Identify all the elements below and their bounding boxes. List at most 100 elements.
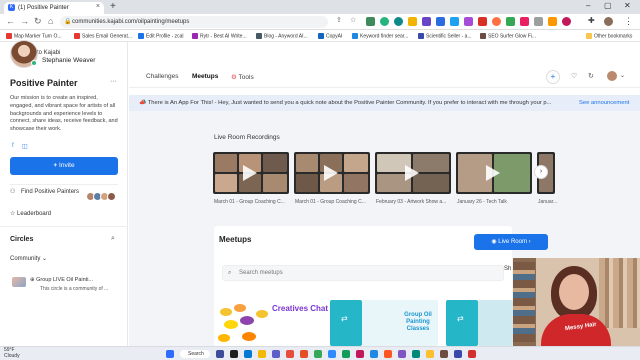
bookmark-item[interactable]: CopyAI (318, 33, 342, 39)
recording-thumbnail[interactable] (213, 152, 289, 194)
tab-meetups[interactable]: Meetups (192, 73, 218, 80)
browser-tab[interactable]: K (1) Positive Painter × (4, 2, 104, 14)
minimize-icon[interactable]: – (586, 1, 590, 10)
play-icon (324, 165, 338, 181)
recording-thumbnail[interactable] (375, 152, 451, 194)
repeat-icon: ⇄ (341, 314, 348, 323)
chevron-down-icon[interactable]: ⌄ (620, 72, 625, 79)
browser-menu-icon[interactable]: ⋮ (624, 16, 633, 27)
bookmark-icon (138, 33, 144, 39)
taskbar-app-icon[interactable] (300, 350, 308, 358)
bookmark-star-icon[interactable]: ☆ (350, 16, 356, 24)
taskbar-app-icon[interactable] (286, 350, 294, 358)
taskbar-app-icon[interactable] (468, 350, 476, 358)
taskbar-app-icon[interactable] (370, 350, 378, 358)
leaderboard-link[interactable]: ☆ Leaderboard (10, 210, 51, 217)
taskbar-app-icon[interactable] (328, 350, 336, 358)
extension-icon[interactable] (380, 17, 389, 26)
other-bookmarks[interactable]: Other bookmarks (586, 33, 632, 39)
extension-icon[interactable] (520, 17, 529, 26)
bookmark-item[interactable]: Sales Email Generat... (74, 33, 132, 39)
extensions-puzzle-icon[interactable]: ✚ (588, 16, 595, 25)
recording-thumbnail[interactable] (294, 152, 370, 194)
extension-icon[interactable] (436, 17, 445, 26)
close-window-icon[interactable]: ✕ (624, 1, 631, 10)
extension-icon[interactable] (450, 17, 459, 26)
taskbar-app-icon[interactable] (384, 350, 392, 358)
profile-avatar[interactable] (604, 17, 613, 26)
taskbar-app-icon[interactable] (258, 350, 266, 358)
taskbar-app-icon[interactable] (356, 350, 364, 358)
taskbar-app-icon[interactable] (398, 350, 406, 358)
extension-icon[interactable] (506, 17, 515, 26)
extension-icon[interactable] (464, 17, 473, 26)
extension-icon[interactable] (562, 17, 571, 26)
taskbar-app-icon[interactable] (244, 350, 252, 358)
facebook-icon[interactable]: f (12, 143, 14, 149)
extension-icon[interactable] (408, 17, 417, 26)
community-dropdown[interactable]: Community ⌄ (10, 255, 47, 262)
taskbar-app-icon[interactable] (314, 350, 322, 358)
maximize-icon[interactable]: ▢ (604, 1, 612, 10)
taskbar-app-icon[interactable] (426, 350, 434, 358)
tab-challenges[interactable]: Challenges (146, 73, 179, 80)
create-post-button[interactable]: + (546, 70, 560, 84)
refresh-icon[interactable]: ↻ (588, 72, 594, 80)
tab-tools[interactable]: ⚙ Tools (231, 73, 254, 81)
extension-icon[interactable] (478, 17, 487, 26)
invite-button[interactable]: + Invite (10, 157, 118, 175)
sort-dropdown[interactable]: Sh (504, 266, 511, 272)
taskbar-app-icon[interactable] (454, 350, 462, 358)
windows-start-icon[interactable] (166, 350, 174, 358)
extension-icon[interactable] (394, 17, 403, 26)
home-icon[interactable]: ⌂ (48, 16, 53, 26)
bookmark-item[interactable]: Blog - Anyword AI... (256, 33, 308, 39)
play-icon (486, 165, 500, 181)
bookmark-item[interactable]: Map Marker Turn O... (6, 33, 62, 39)
see-announcement-link[interactable]: See announcement (579, 95, 629, 111)
back-icon[interactable]: ← (6, 16, 15, 26)
new-tab-icon[interactable]: + (110, 1, 116, 12)
extension-icon[interactable] (534, 17, 543, 26)
taskbar-search[interactable]: Search (180, 350, 210, 358)
more-options-icon[interactable]: ··· (110, 78, 117, 85)
share-icon[interactable]: ⇪ (336, 16, 342, 24)
search-icon[interactable]: ⌕ (111, 235, 115, 243)
bookmark-item[interactable]: Edit Profile - zcal (138, 33, 184, 39)
meetup-card-thumbnail[interactable]: ⇄ (446, 300, 478, 346)
carousel-next-button[interactable]: › (534, 165, 548, 179)
bookmark-item[interactable]: Scientific Seller - a... (418, 33, 472, 39)
instagram-icon[interactable]: ◫ (22, 143, 28, 150)
taskbar-app-icon[interactable] (272, 350, 280, 358)
recording-thumbnail[interactable] (456, 152, 532, 194)
reload-icon[interactable]: ↻ (34, 16, 42, 27)
weather-widget[interactable]: 59°F Cloudy (4, 347, 20, 359)
group-link[interactable]: ⊕ Group LIVE Oil Painti... (30, 277, 93, 283)
extension-icon[interactable] (548, 17, 557, 26)
url-input[interactable]: 🔒 communities.kajabi.com/oilpainting/mee… (60, 16, 328, 28)
search-meetups-input[interactable]: ⌕ Search meetups (222, 265, 504, 281)
taskbar-app-icon[interactable] (412, 350, 420, 358)
notifications-icon[interactable]: ♡ (571, 72, 577, 80)
bookmark-item[interactable]: Rytr - Best AI Write... (192, 33, 247, 39)
bookmark-icon (6, 33, 12, 39)
extension-icon[interactable] (366, 17, 375, 26)
forward-icon[interactable]: → (20, 16, 29, 26)
close-tab-icon[interactable]: × (96, 3, 100, 10)
bookmark-icon (418, 33, 424, 39)
taskbar-app-icon[interactable] (342, 350, 350, 358)
profile-avatar[interactable] (607, 71, 617, 81)
extension-icon[interactable] (422, 17, 431, 26)
tools-icon: ⚙ (231, 74, 239, 81)
taskbar-app-icon[interactable] (230, 350, 238, 358)
live-room-button[interactable]: ◉ Live Room › (474, 234, 548, 250)
taskbar-app-icon[interactable] (216, 350, 224, 358)
meetup-card-thumbnail[interactable]: ⇄ (330, 300, 362, 346)
bookmark-icon (192, 33, 198, 39)
extension-icon[interactable] (492, 17, 501, 26)
bookmark-item[interactable]: SEO Surfer Glow Fi... (480, 33, 536, 39)
taskbar-app-icon[interactable] (440, 350, 448, 358)
meetup-card-thumbnail[interactable] (478, 300, 513, 346)
bookmark-item[interactable]: Keyword finder sear... (352, 33, 408, 39)
megaphone-icon: 📣 (139, 100, 148, 106)
